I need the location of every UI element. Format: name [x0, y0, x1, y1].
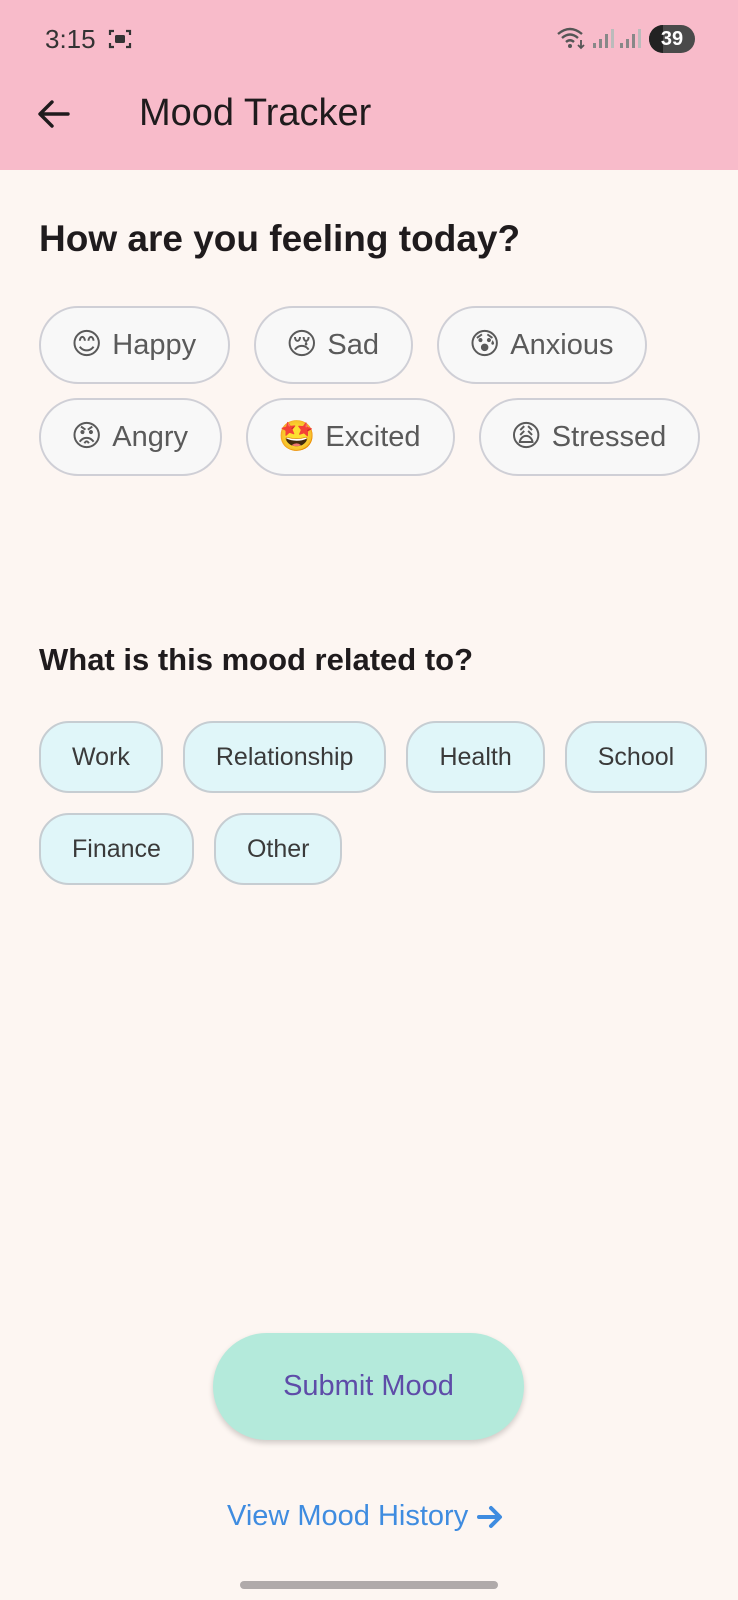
battery-level: 39	[660, 28, 684, 50]
category-chip-school[interactable]: School	[564, 721, 708, 793]
mood-chip-angry[interactable]: 😡 Angry	[39, 398, 223, 476]
status-time: 3:15	[45, 24, 96, 54]
mood-question: How are you feeling today?	[39, 218, 521, 259]
view-mood-history-label: View Mood History	[227, 1500, 469, 1532]
mood-chip-label: Happy	[112, 328, 197, 361]
screenshot-icon	[108, 29, 132, 49]
gesture-nav-handle[interactable]	[240, 1581, 498, 1589]
signal-icon	[620, 29, 641, 48]
app-bar: 3:15 39 Mood Tracker	[0, 0, 738, 170]
arrow-right-icon	[477, 1505, 503, 1528]
mood-emoji-icon: 😰	[469, 328, 501, 361]
status-bar: 3:15 39	[0, 0, 738, 80]
mood-chip-group: 😊 Happy 😢 Sad 😰 Anxious 😡 Angry 🤩 Excited 😩 Stresse…	[39, 306, 719, 476]
category-chip-relationship[interactable]: Relationship	[182, 721, 387, 793]
battery-icon: 39	[649, 25, 695, 53]
view-mood-history-link[interactable]: View Mood History	[227, 1500, 506, 1533]
category-question: What is this mood related to?	[39, 642, 474, 677]
mood-chip-label: Sad	[327, 328, 379, 361]
category-chip-work[interactable]: Work	[39, 721, 163, 793]
category-chip-finance[interactable]: Finance	[39, 813, 194, 885]
mood-chip-label: Angry	[112, 420, 189, 453]
mood-chip-label: Anxious	[510, 328, 614, 361]
category-chip-other[interactable]: Other	[213, 813, 343, 885]
category-chip-group: Work Relationship Health School Finance Other	[39, 721, 719, 885]
mood-chip-sad[interactable]: 😢 Sad	[254, 306, 413, 384]
category-chip-health[interactable]: Health	[406, 721, 545, 793]
mood-emoji-icon: 🤩	[278, 420, 316, 453]
signal-icon	[593, 29, 614, 48]
submit-mood-button[interactable]: Submit Mood	[213, 1333, 524, 1440]
mood-emoji-icon: 😢	[286, 328, 318, 361]
mood-chip-anxious[interactable]: 😰 Anxious	[437, 306, 648, 384]
wifi-icon	[557, 27, 585, 50]
mood-emoji-icon: 😊	[71, 328, 103, 361]
mood-emoji-icon: 😡	[71, 420, 103, 453]
mood-chip-excited[interactable]: 🤩 Excited	[246, 398, 455, 476]
page-title: Mood Tracker	[139, 92, 372, 134]
back-arrow-icon[interactable]	[36, 96, 72, 132]
mood-chip-happy[interactable]: 😊 Happy	[39, 306, 231, 384]
mood-chip-label: Stressed	[551, 420, 667, 453]
mood-chip-stressed[interactable]: 😩 Stressed	[478, 398, 701, 476]
mood-chip-label: Excited	[325, 420, 421, 453]
mood-emoji-icon: 😩	[510, 420, 542, 453]
